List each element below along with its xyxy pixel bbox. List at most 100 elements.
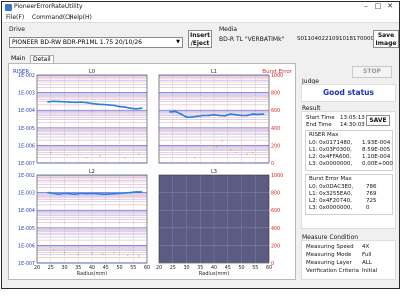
minimize-icon[interactable]: – — [360, 2, 372, 10]
riser-point — [218, 114, 221, 117]
x-tick-label: 20 — [156, 265, 162, 271]
insert-eject-button[interactable]: Insert /Eject — [188, 30, 212, 48]
measuring-speed-label: Measuring Speed — [306, 244, 354, 250]
burst-error-point — [113, 251, 115, 254]
riser-point — [52, 100, 55, 103]
layer-title-l3: L3 — [211, 169, 217, 175]
burst-error-point — [216, 146, 218, 148]
burst-error-point — [235, 151, 237, 154]
menu-bar: File(F) Command(C) Help(H) — [2, 13, 399, 23]
y2-tick-label: 200 — [271, 143, 280, 149]
burst-error-point — [102, 253, 104, 255]
riser-point — [96, 192, 99, 195]
riser-point — [191, 116, 193, 119]
riser-point — [118, 192, 121, 195]
end-time-label: End Time — [306, 122, 332, 128]
burst-error-point — [194, 157, 196, 159]
burst-error-point — [138, 255, 140, 257]
y-tick-label: 1E-005 — [18, 226, 35, 232]
riser-point — [74, 101, 77, 104]
layer-title-l1: L1 — [211, 69, 217, 75]
burst-error-point — [251, 151, 254, 154]
riser-point — [47, 191, 49, 194]
main-window: PioneerErrorRateUtility – □ ✕ File(F) Comm… — [1, 1, 400, 289]
riser-point — [63, 192, 66, 195]
measuring-speed-value: 4X — [362, 244, 370, 250]
y-tick-label: 1E-006 — [18, 243, 35, 249]
tab-main[interactable]: Main — [9, 55, 27, 63]
start-time-value: 13:05:13 — [340, 115, 365, 121]
x-tick-label: 55 — [252, 265, 258, 271]
riser-point — [69, 101, 71, 103]
riser-point — [80, 192, 82, 195]
burst-max-l1-addr: L1: 0x3255EA0, — [309, 191, 353, 197]
burst-max-l3-value: 0 — [366, 205, 370, 211]
riser-point — [135, 190, 137, 193]
measuring-layer-label: Measuring Layer — [306, 260, 352, 266]
window-title: PioneerErrorRateUtility — [14, 3, 83, 10]
y-tick-label: 1E-004 — [18, 108, 35, 114]
riser-point — [240, 114, 243, 117]
y2-tick-label: 600 — [271, 108, 280, 114]
x-tick-label: 25 — [48, 265, 54, 271]
burst-error-point — [99, 155, 101, 157]
riser-point — [91, 102, 93, 105]
burst-error-point — [52, 249, 55, 251]
burst-error-point — [221, 140, 223, 142]
stop-button[interactable]: STOP — [352, 66, 392, 78]
riser-point — [246, 114, 248, 117]
riser-point — [207, 114, 210, 117]
result-box: Start Time 13:05:13 End Time 14:30:03 SA… — [301, 111, 396, 229]
y2-tick-label: 800 — [271, 91, 280, 97]
y2-tick-label: 1000 — [271, 173, 283, 179]
maximize-icon[interactable]: □ — [372, 2, 384, 10]
burst-max-box: Burst Error Max L0: 0x0DAC3E0, 786 L1: 0… — [305, 174, 393, 215]
menu-command[interactable]: Command(C) — [32, 14, 72, 21]
riser-point — [180, 113, 182, 116]
media-name: BD-R TL "VERBATIMk" — [219, 36, 285, 43]
burst-error-point — [77, 253, 79, 255]
save-image-button[interactable]: Save Image — [373, 30, 399, 48]
riser-max-label: RISER Max — [309, 132, 339, 138]
verification-criteria-label: Verification Criteria — [306, 268, 359, 274]
y-tick-label: 1E-007 — [18, 261, 35, 267]
riser-point — [140, 107, 143, 110]
save-button[interactable]: SAVE — [366, 115, 390, 126]
close-icon[interactable]: ✕ — [384, 2, 396, 10]
drive-select-value: PIONEER BD-RW BDR-PR1ML 1.75 20/10/26 — [12, 39, 142, 46]
window-controls: – □ ✕ — [360, 2, 396, 10]
end-time-value: 14:30:03 — [340, 122, 365, 128]
burst-error-point — [85, 157, 88, 159]
y2-tick-label: 200 — [271, 243, 280, 249]
y2-tick-label: 600 — [271, 208, 280, 214]
burst-max-label: Burst Error Max — [309, 176, 352, 182]
menu-file[interactable]: File(F) — [6, 14, 24, 21]
measuring-mode-label: Measuring Mode — [306, 252, 352, 258]
media-label: Media — [219, 26, 238, 33]
riser-point — [80, 101, 82, 103]
riser-point — [113, 104, 115, 107]
menu-help[interactable]: Help(H) — [69, 14, 92, 21]
burst-error-point — [229, 149, 232, 151]
burst-error-point — [66, 154, 68, 156]
riser-point — [118, 105, 121, 108]
riser-point — [47, 100, 49, 103]
riser-point — [140, 190, 143, 193]
error-rate-charts: RISER Burst ErrorL01E-0021E-0031E-0041E-0… — [13, 69, 293, 277]
riser-point — [124, 106, 126, 109]
x-tick-label: 55 — [130, 265, 136, 271]
burst-max-l2-addr: L2: 0x4F20740, — [309, 198, 352, 204]
drive-label: Drive — [9, 26, 25, 33]
judge-box: Good status — [301, 84, 396, 102]
x-axis-label: Radius(mm) — [77, 271, 107, 277]
x-axis-label: Radius(mm) — [199, 271, 229, 277]
riser-point — [113, 192, 115, 195]
title-bar: PioneerErrorRateUtility – □ ✕ — [2, 2, 399, 13]
riser-point — [202, 114, 204, 117]
drive-select[interactable]: PIONEER BD-RW BDR-PR1ML 1.75 20/10/26 ▼ — [9, 37, 183, 48]
riser-point — [96, 103, 99, 106]
measuring-mode-value: Full — [362, 252, 372, 258]
riser-point — [196, 115, 199, 118]
burst-error-point — [138, 153, 140, 155]
riser-point — [262, 113, 265, 116]
